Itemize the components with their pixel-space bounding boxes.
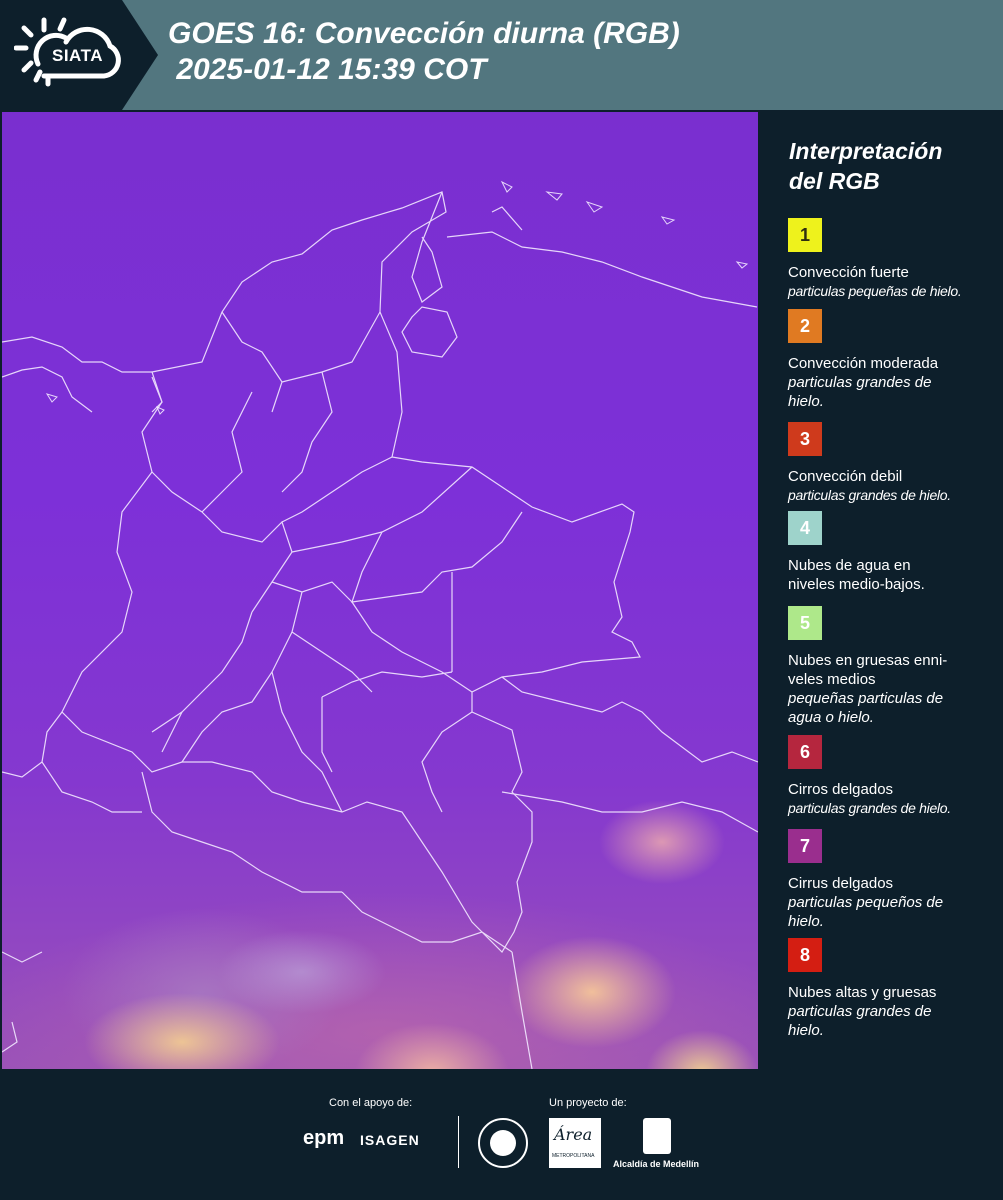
legend-label-4: Nubes de agua en niveles medio-bajos. [788,557,925,593]
footer: Con el apoyo de: Un proyecto de: epm ISA… [0,1070,1003,1200]
legend-label-5: Nubes en gruesas enni-veles medios [788,652,948,688]
legend-swatch-6: 6 [788,735,822,769]
legend-panel: Interpretación del RGB 1 Convección fuer… [760,112,1003,1070]
legend-title-line2: del RGB [789,168,880,194]
legend-item-4: 4 Nubes de agua en niveles medio-bajos. [788,511,998,594]
legend-desc-2: particulas grandes de hielo. [788,374,932,410]
legend-label-1: Convección fuerte [788,264,909,281]
legend-item-2: 2 Convección moderada particulas grandes… [788,309,998,411]
legend-swatch-7: 7 [788,829,822,863]
legend-item-6: 6 Cirros delgados particulas grandes de … [788,735,998,818]
legend-label-8: Nubes altas y gruesas [788,984,937,1001]
legend-swatch-5: 5 [788,606,822,640]
border-overlay [2,180,758,1069]
area-metropolitana-logo: Área METROPOLITANA [549,1118,601,1168]
logo-panel: SIATA [0,0,158,110]
epm-logo: epm [303,1127,345,1149]
legend-desc-5: pequeñas particulas de agua o hielo. [788,690,944,726]
legend-item-3: 3 Convección debil particulas grandes de… [788,422,998,505]
satellite-map[interactable] [2,112,758,1069]
legend-swatch-4: 4 [788,511,822,545]
legend-item-8: 8 Nubes altas y gruesas particulas grand… [788,938,998,1040]
legend-swatch-8: 8 [788,938,822,972]
legend-desc-7: particulas pequeños de hielo. [788,894,944,930]
legend-swatch-1: 1 [788,218,822,252]
page-title: GOES 16: Convección diurna (RGB) 2025-01… [168,17,680,86]
isagen-logo: ISAGEN [360,1132,420,1148]
legend-item-7: 7 Cirrus delgados particulas pequeños de… [788,829,998,931]
legend-desc-1: particulas pequeñas de hielo. [788,283,962,299]
legend-desc-6: particulas grandes de hielo. [788,800,951,816]
project-label: Un proyecto de: [549,1097,627,1109]
support-label: Con el apoyo de: [329,1097,413,1109]
footer-divider [458,1116,459,1168]
header-bar: SIATA GOES 16: Convección diurna (RGB) 2… [0,0,1003,110]
alcaldia-label: Alcaldía de Medellín [613,1159,700,1169]
legend-label-2: Convección moderada [788,355,939,372]
legend-title: Interpretación del RGB [789,136,942,196]
legend-swatch-3: 3 [788,422,822,456]
legend-title-line1: Interpretación [789,138,943,164]
legend-desc-3: particulas grandes de hielo. [788,487,951,503]
logo-text: SIATA [52,46,103,65]
alcaldia-shield-icon [643,1118,671,1154]
legend-desc-8: particulas grandes de hielo. [788,1003,932,1039]
legend-label-7: Cirrus delgados [788,875,894,892]
legend-swatch-2: 2 [788,309,822,343]
medellin-seal-icon [478,1118,528,1168]
colombia-border [61,191,641,953]
legend-label-6: Cirros delgados [788,781,894,798]
legend-label-3: Convección debil [788,468,903,485]
legend-item-5: 5 Nubes en gruesas enni-veles medios peq… [788,606,998,727]
legend-item-1: 1 Convección fuerte particulas pequeñas … [788,218,998,301]
